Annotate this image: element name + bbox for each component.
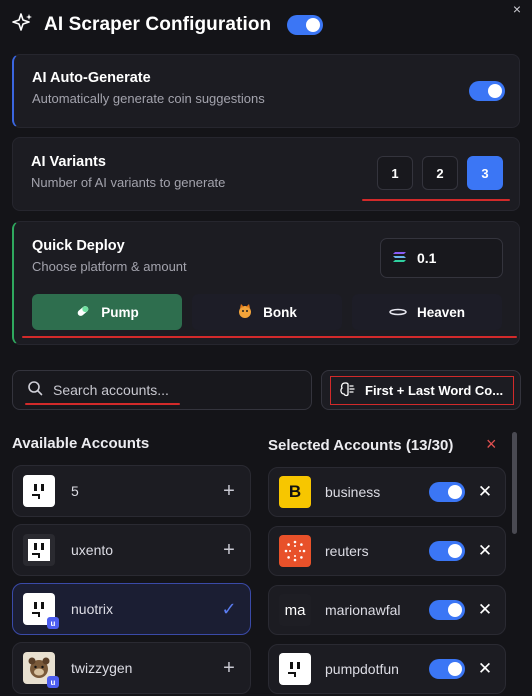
available-account-row[interactable]: 5 + xyxy=(12,465,251,517)
search-icon xyxy=(27,380,43,401)
avatar: u xyxy=(23,652,59,688)
variant-option-1[interactable]: 1 xyxy=(377,156,413,190)
naming-mode-button[interactable]: First + Last Word Co... xyxy=(321,370,521,410)
quick-deploy-subtitle: Choose platform & amount xyxy=(32,259,187,274)
avatar-text: ma xyxy=(284,601,306,619)
platform-label: Bonk xyxy=(263,304,297,320)
available-account-row[interactable]: uxento + xyxy=(12,524,251,576)
auto-generate-title: AI Auto-Generate xyxy=(32,70,151,86)
account-enabled-toggle[interactable] xyxy=(429,600,465,620)
annotation-underline xyxy=(362,199,510,201)
panel-title: AI Scraper Configuration xyxy=(44,14,272,35)
amount-value: 0.1 xyxy=(417,250,437,266)
remove-account-icon[interactable]: ✕ xyxy=(471,541,499,561)
account-name: nuotrix xyxy=(71,601,114,617)
quick-deploy-title: Quick Deploy xyxy=(32,238,125,254)
avatar xyxy=(279,535,311,567)
avatar xyxy=(279,653,311,685)
scrollbar[interactable] xyxy=(512,432,517,534)
account-name: uxento xyxy=(71,542,114,558)
variants-title: AI Variants xyxy=(31,154,106,170)
account-name: business xyxy=(325,484,381,500)
platform-label: Pump xyxy=(101,304,139,320)
add-account-icon[interactable]: + xyxy=(214,657,244,680)
remove-account-icon[interactable]: ✕ xyxy=(471,659,499,679)
platform-pump-button[interactable]: Pump xyxy=(32,294,182,330)
account-name: marionawfal xyxy=(325,602,401,618)
account-name: reuters xyxy=(325,543,369,559)
avatar xyxy=(23,475,55,507)
account-enabled-toggle[interactable] xyxy=(429,482,465,502)
search-input[interactable] xyxy=(53,382,293,398)
dog-icon xyxy=(237,303,253,322)
platform-bonk-button[interactable]: Bonk xyxy=(192,294,342,330)
close-icon[interactable]: × xyxy=(510,2,524,16)
available-accounts-heading: Available Accounts xyxy=(12,435,150,452)
avatar: ma xyxy=(279,594,311,626)
account-name: 5 xyxy=(71,483,79,499)
annotation-box: First + Last Word Co... xyxy=(330,376,514,405)
platform-badge: u xyxy=(47,617,59,629)
remove-account-icon[interactable]: ✕ xyxy=(471,482,499,502)
selected-account-row: reuters ✕ xyxy=(268,526,506,576)
variants-subtitle: Number of AI variants to generate xyxy=(31,175,226,190)
account-enabled-toggle[interactable] xyxy=(429,659,465,679)
brain-icon xyxy=(339,381,355,400)
avatar xyxy=(23,534,55,566)
available-account-row[interactable]: u nuotrix ✓ xyxy=(12,583,251,635)
annotation-underline xyxy=(22,336,517,338)
selected-accounts-heading: Selected Accounts (13/30) xyxy=(268,437,454,454)
selected-account-row: B business ✕ xyxy=(268,467,506,517)
check-icon[interactable]: ✓ xyxy=(214,599,244,620)
clear-selected-icon[interactable]: × xyxy=(486,434,497,455)
panel-header: AI Scraper Configuration xyxy=(12,10,324,40)
avatar: B xyxy=(279,476,311,508)
account-name: twizzygen xyxy=(71,660,133,676)
auto-generate-toggle[interactable] xyxy=(469,81,505,101)
platform-heaven-button[interactable]: Heaven xyxy=(352,294,502,330)
sparkle-icon xyxy=(12,12,34,39)
auto-generate-subtitle: Automatically generate coin suggestions xyxy=(32,91,265,106)
platform-badge: u xyxy=(47,676,59,688)
avatar-text: B xyxy=(288,482,302,501)
add-account-icon[interactable]: + xyxy=(214,480,244,503)
avatar: u xyxy=(23,593,59,629)
annotation-underline xyxy=(25,403,180,405)
account-name: pumpdotfun xyxy=(325,661,399,677)
remove-account-icon[interactable]: ✕ xyxy=(471,600,499,620)
auto-generate-card: AI Auto-Generate Automatically generate … xyxy=(12,54,520,128)
selected-account-row: ma marionawfal ✕ xyxy=(268,585,506,635)
halo-icon xyxy=(389,305,407,320)
solana-icon xyxy=(393,250,407,266)
available-account-row[interactable]: u twizzygen + xyxy=(12,642,251,694)
account-enabled-toggle[interactable] xyxy=(429,541,465,561)
variant-option-2[interactable]: 2 xyxy=(422,156,458,190)
selected-account-row: pumpdotfun ✕ xyxy=(268,644,506,694)
add-account-icon[interactable]: + xyxy=(214,539,244,562)
variant-option-3[interactable]: 3 xyxy=(467,156,503,190)
naming-mode-label: First + Last Word Co... xyxy=(365,383,504,398)
platform-label: Heaven xyxy=(416,304,466,320)
pill-icon xyxy=(75,303,91,322)
scraper-enabled-toggle[interactable] xyxy=(287,15,324,35)
amount-input[interactable]: 0.1 xyxy=(380,238,503,278)
